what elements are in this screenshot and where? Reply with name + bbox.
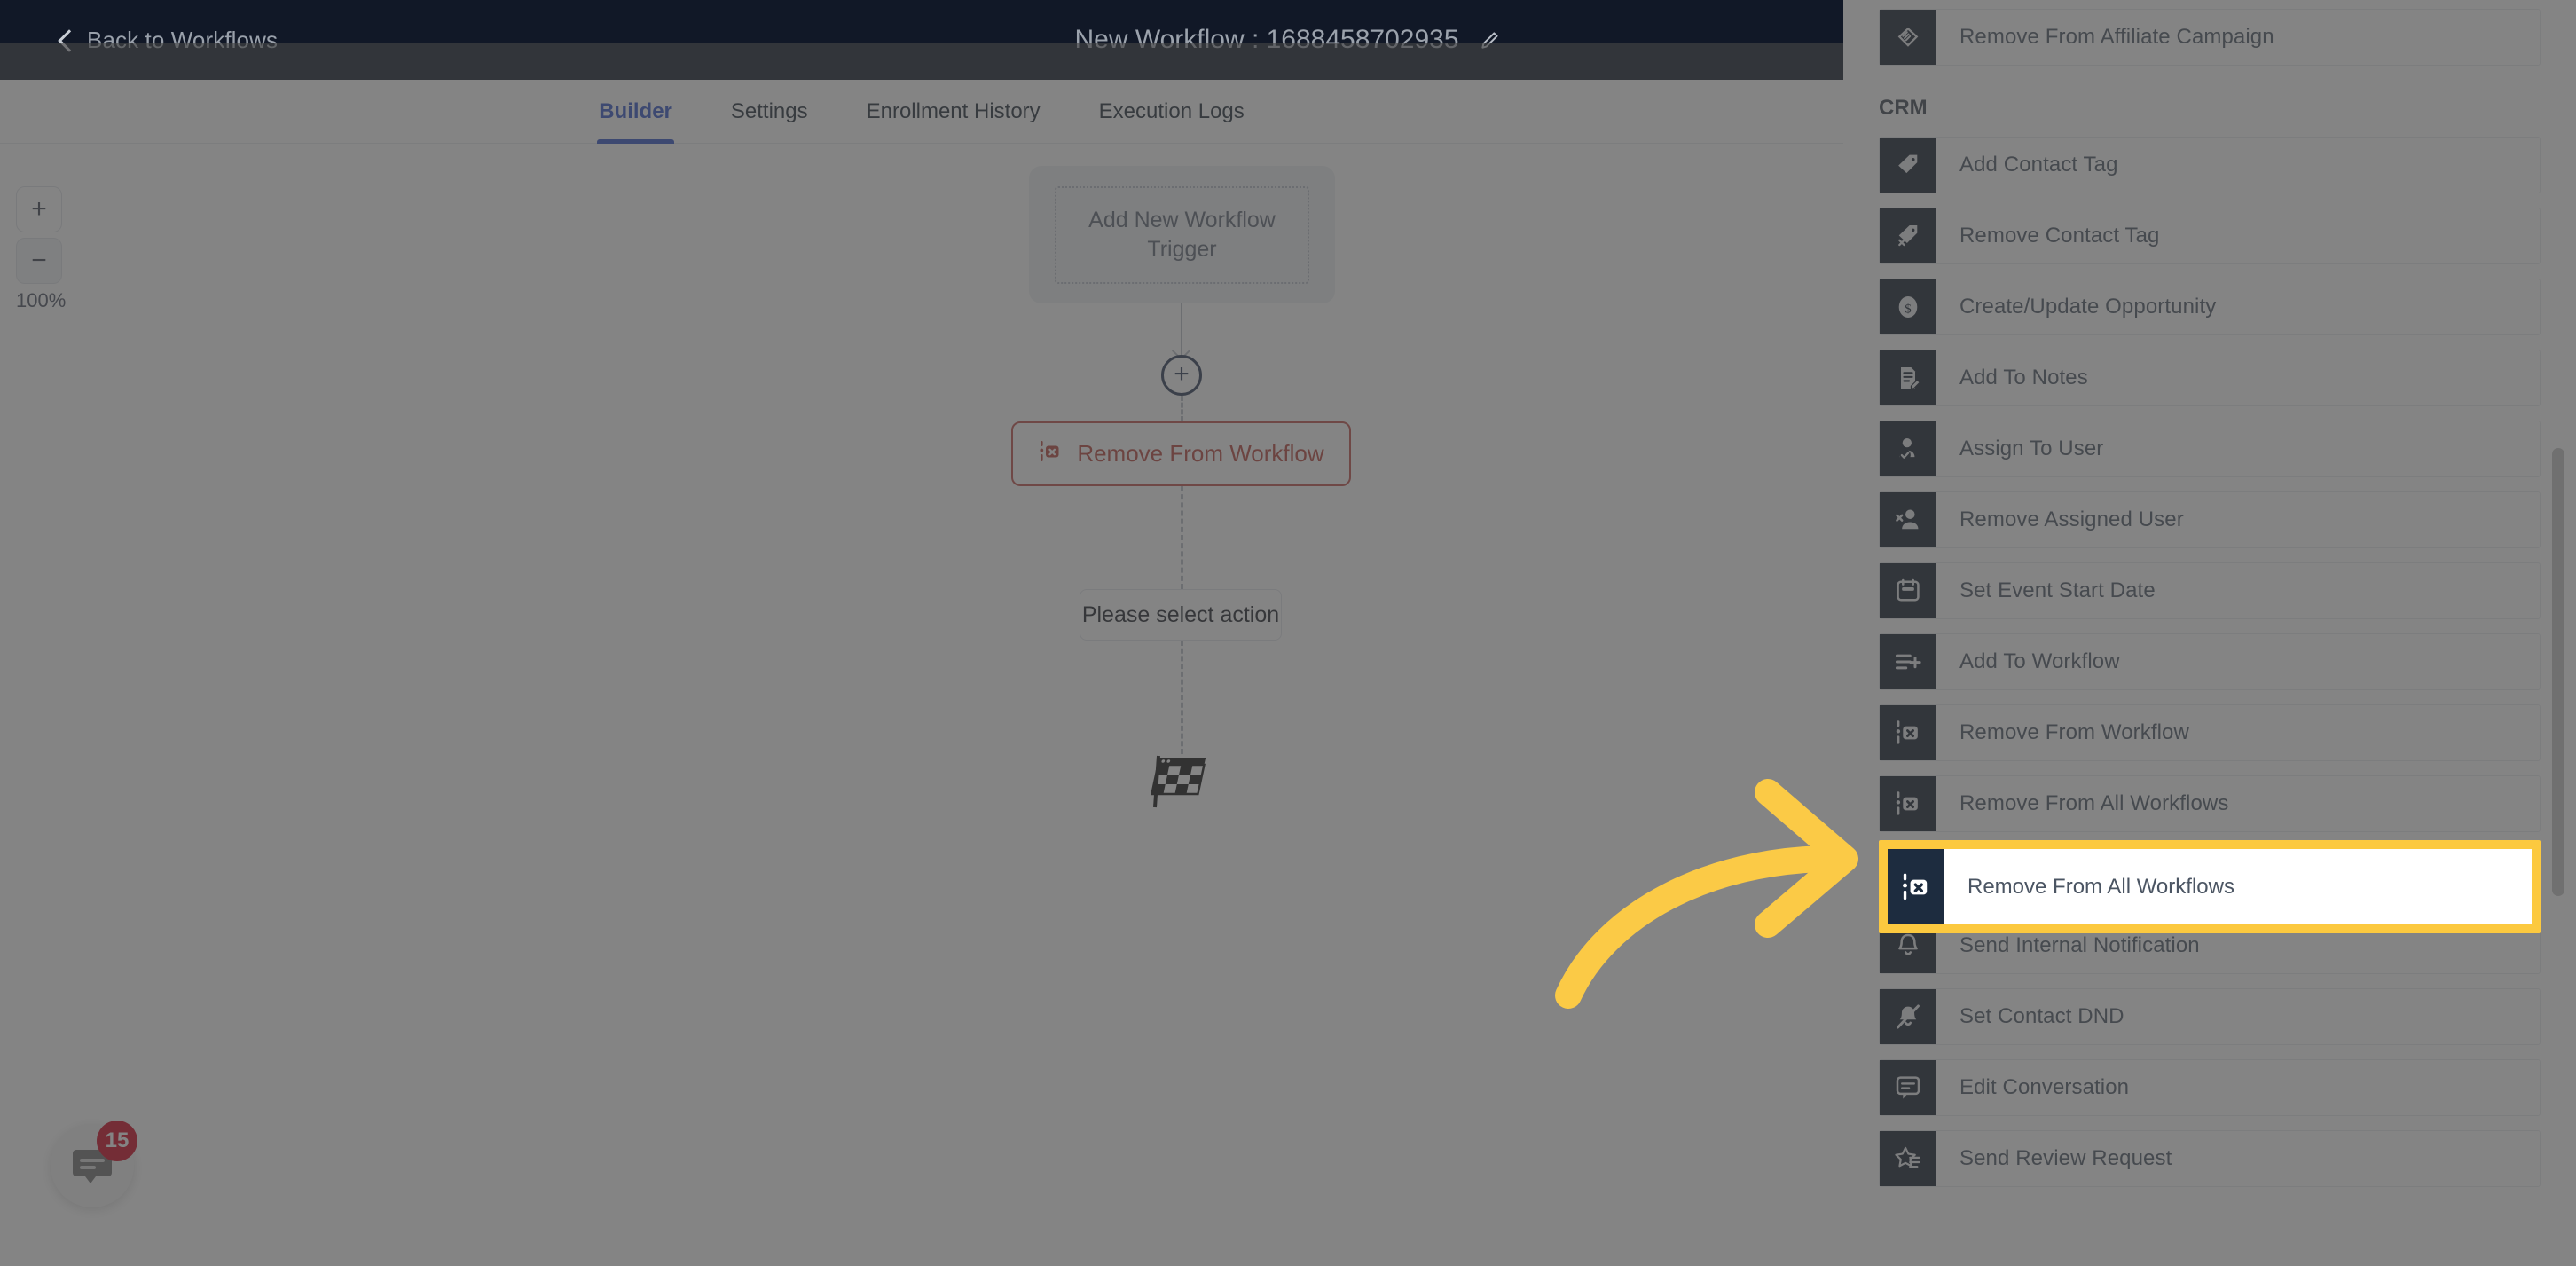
connector-plus-to-action bbox=[1181, 396, 1183, 421]
tag-icon bbox=[1880, 138, 1936, 193]
tab-execution-logs-label: Execution Logs bbox=[1098, 98, 1245, 123]
svg-text:$: $ bbox=[1905, 302, 1911, 316]
remove-from-workflow-node[interactable]: Remove From Workflow bbox=[1011, 421, 1351, 486]
pencil-icon[interactable] bbox=[1479, 28, 1502, 51]
zoom-in-button[interactable]: + bbox=[16, 186, 62, 232]
vertical-scrollbar-thumb[interactable] bbox=[2552, 448, 2564, 896]
tab-execution-logs[interactable]: Execution Logs bbox=[1097, 80, 1246, 144]
dollar-circle-icon: $ bbox=[1880, 279, 1936, 334]
action-item-7[interactable]: Add To Workflow bbox=[1879, 633, 2541, 690]
please-select-action-node[interactable]: Please select action bbox=[1080, 589, 1282, 641]
add-new-workflow-trigger-label: Add New Workflow Trigger bbox=[1055, 185, 1309, 284]
zoom-controls: + − 100% bbox=[16, 186, 75, 312]
tag-remove-icon bbox=[1880, 208, 1936, 263]
action-list: Add To Affiliate CampaignRemove From Aff… bbox=[1843, 0, 2576, 1201]
action-item-label: Remove Assigned User bbox=[1959, 507, 2184, 531]
action-item-0[interactable]: Add Contact Tag bbox=[1879, 137, 2541, 193]
list-add-icon bbox=[1880, 634, 1936, 689]
zoom-in-label: + bbox=[31, 194, 47, 224]
bell-icon bbox=[1880, 918, 1936, 973]
action-item-1[interactable]: Remove Contact Tag bbox=[1879, 208, 2541, 264]
action-item-label: Create/Update Opportunity bbox=[1959, 295, 2217, 318]
action-item-label: Set Contact DND bbox=[1959, 1004, 2124, 1028]
back-to-workflows-link[interactable]: Back to Workflows bbox=[55, 27, 278, 54]
action-item-4[interactable]: Assign To User bbox=[1879, 421, 2541, 477]
checkered-flag-icon bbox=[1150, 754, 1213, 809]
action-item-13[interactable]: Edit Conversation bbox=[1879, 1059, 2541, 1116]
action-item-label: Remove From All Workflows bbox=[1959, 791, 2229, 815]
action-item-8[interactable]: Remove From Workflow bbox=[1879, 704, 2541, 761]
tab-enrollment-history[interactable]: Enrollment History bbox=[865, 80, 1042, 144]
action-item-label: Add Contact Tag bbox=[1959, 153, 2118, 177]
remove-from-workflow-icon bbox=[1038, 439, 1063, 468]
action-item-10[interactable]: $ Remove Opportunity bbox=[1879, 846, 2541, 903]
workflow-canvas[interactable]: + − 100% Add New Workflow Trigger + Remo… bbox=[0, 144, 1843, 1266]
tab-builder[interactable]: Builder bbox=[597, 80, 674, 144]
action-item-2[interactable]: $ Create/Update Opportunity bbox=[1879, 279, 2541, 335]
action-item-label: Edit Conversation bbox=[1959, 1075, 2130, 1099]
handshake-icon bbox=[1880, 10, 1936, 65]
action-list-panel[interactable]: Add To Affiliate CampaignRemove From Aff… bbox=[1843, 0, 2576, 1266]
action-item-label: Add To Notes bbox=[1959, 366, 2088, 389]
action-item-14[interactable]: Send Review Request bbox=[1879, 1130, 2541, 1187]
note-edit-icon bbox=[1880, 350, 1936, 405]
chat-unread-badge: 15 bbox=[97, 1121, 137, 1161]
user-check-icon bbox=[1880, 421, 1936, 476]
action-item-label: Set Event Start Date bbox=[1959, 578, 2156, 602]
chat-widget-button[interactable]: 15 bbox=[51, 1121, 137, 1207]
star-list-icon bbox=[1880, 1131, 1936, 1186]
action-item-label: Remove From Affiliate Campaign bbox=[1959, 25, 2274, 49]
bell-off-icon bbox=[1880, 989, 1936, 1044]
calendar-icon bbox=[1880, 563, 1936, 618]
action-item-6[interactable]: Set Event Start Date bbox=[1879, 562, 2541, 619]
action-item-12[interactable]: Set Contact DND bbox=[1879, 988, 2541, 1045]
action-item-label: Remove Contact Tag bbox=[1959, 224, 2160, 248]
action-item-3[interactable]: Add To Notes bbox=[1879, 350, 2541, 406]
workflow-remove-icon bbox=[1880, 705, 1936, 760]
plus-icon: + bbox=[1174, 358, 1190, 389]
tab-bar: Builder Settings Enrollment History Exec… bbox=[0, 80, 1843, 144]
action-item-label: Add To Workflow bbox=[1959, 649, 2120, 673]
action-item-5[interactable]: Remove Assigned User bbox=[1879, 491, 2541, 548]
tab-builder-label: Builder bbox=[599, 98, 672, 123]
user-remove-icon bbox=[1880, 492, 1936, 547]
remove-from-workflow-node-label: Remove From Workflow bbox=[1077, 440, 1324, 467]
action-item-label: Send Review Request bbox=[1959, 1146, 2172, 1170]
action-item-label: Remove From Workflow bbox=[1959, 720, 2189, 744]
action-item-9[interactable]: Remove From All Workflows bbox=[1879, 775, 2541, 832]
zoom-level-label: 100% bbox=[16, 289, 67, 311]
add-step-button[interactable]: + bbox=[1161, 355, 1202, 396]
please-select-action-label: Please select action bbox=[1081, 602, 1280, 627]
action-item-1[interactable]: Remove From Affiliate Campaign bbox=[1879, 9, 2541, 66]
zoom-out-label: − bbox=[31, 246, 47, 275]
connector-action-to-select bbox=[1181, 486, 1183, 589]
action-item-label: Remove Opportunity bbox=[1959, 862, 2156, 886]
dollar-slash-icon: $ bbox=[1880, 847, 1936, 902]
connector-select-to-end bbox=[1181, 641, 1183, 754]
action-item-label: Send Internal Notification bbox=[1959, 933, 2200, 957]
back-to-workflows-label: Back to Workflows bbox=[87, 26, 279, 53]
tab-settings-label: Settings bbox=[730, 98, 808, 123]
conversation-icon bbox=[1880, 1060, 1936, 1115]
zoom-out-button[interactable]: − bbox=[16, 238, 62, 284]
workflow-remove-icon bbox=[1880, 776, 1936, 831]
add-new-workflow-trigger-node[interactable]: Add New Workflow Trigger bbox=[1029, 166, 1335, 303]
tab-enrollment-history-label: Enrollment History bbox=[866, 98, 1041, 123]
page-title: New Workflow : 1688458702935 bbox=[1074, 25, 1459, 54]
tab-settings[interactable]: Settings bbox=[729, 80, 810, 144]
section-header-crm: CRM bbox=[1879, 96, 1928, 120]
chevron-left-icon bbox=[55, 30, 75, 50]
action-item-label: Assign To User bbox=[1959, 436, 2104, 460]
top-bar: Back to Workflows bbox=[0, 0, 1843, 80]
action-item-11[interactable]: Send Internal Notification bbox=[1879, 917, 2541, 974]
workflow-builder-screen: Back to Workflows New Workflow : 1688458… bbox=[0, 0, 2576, 1266]
